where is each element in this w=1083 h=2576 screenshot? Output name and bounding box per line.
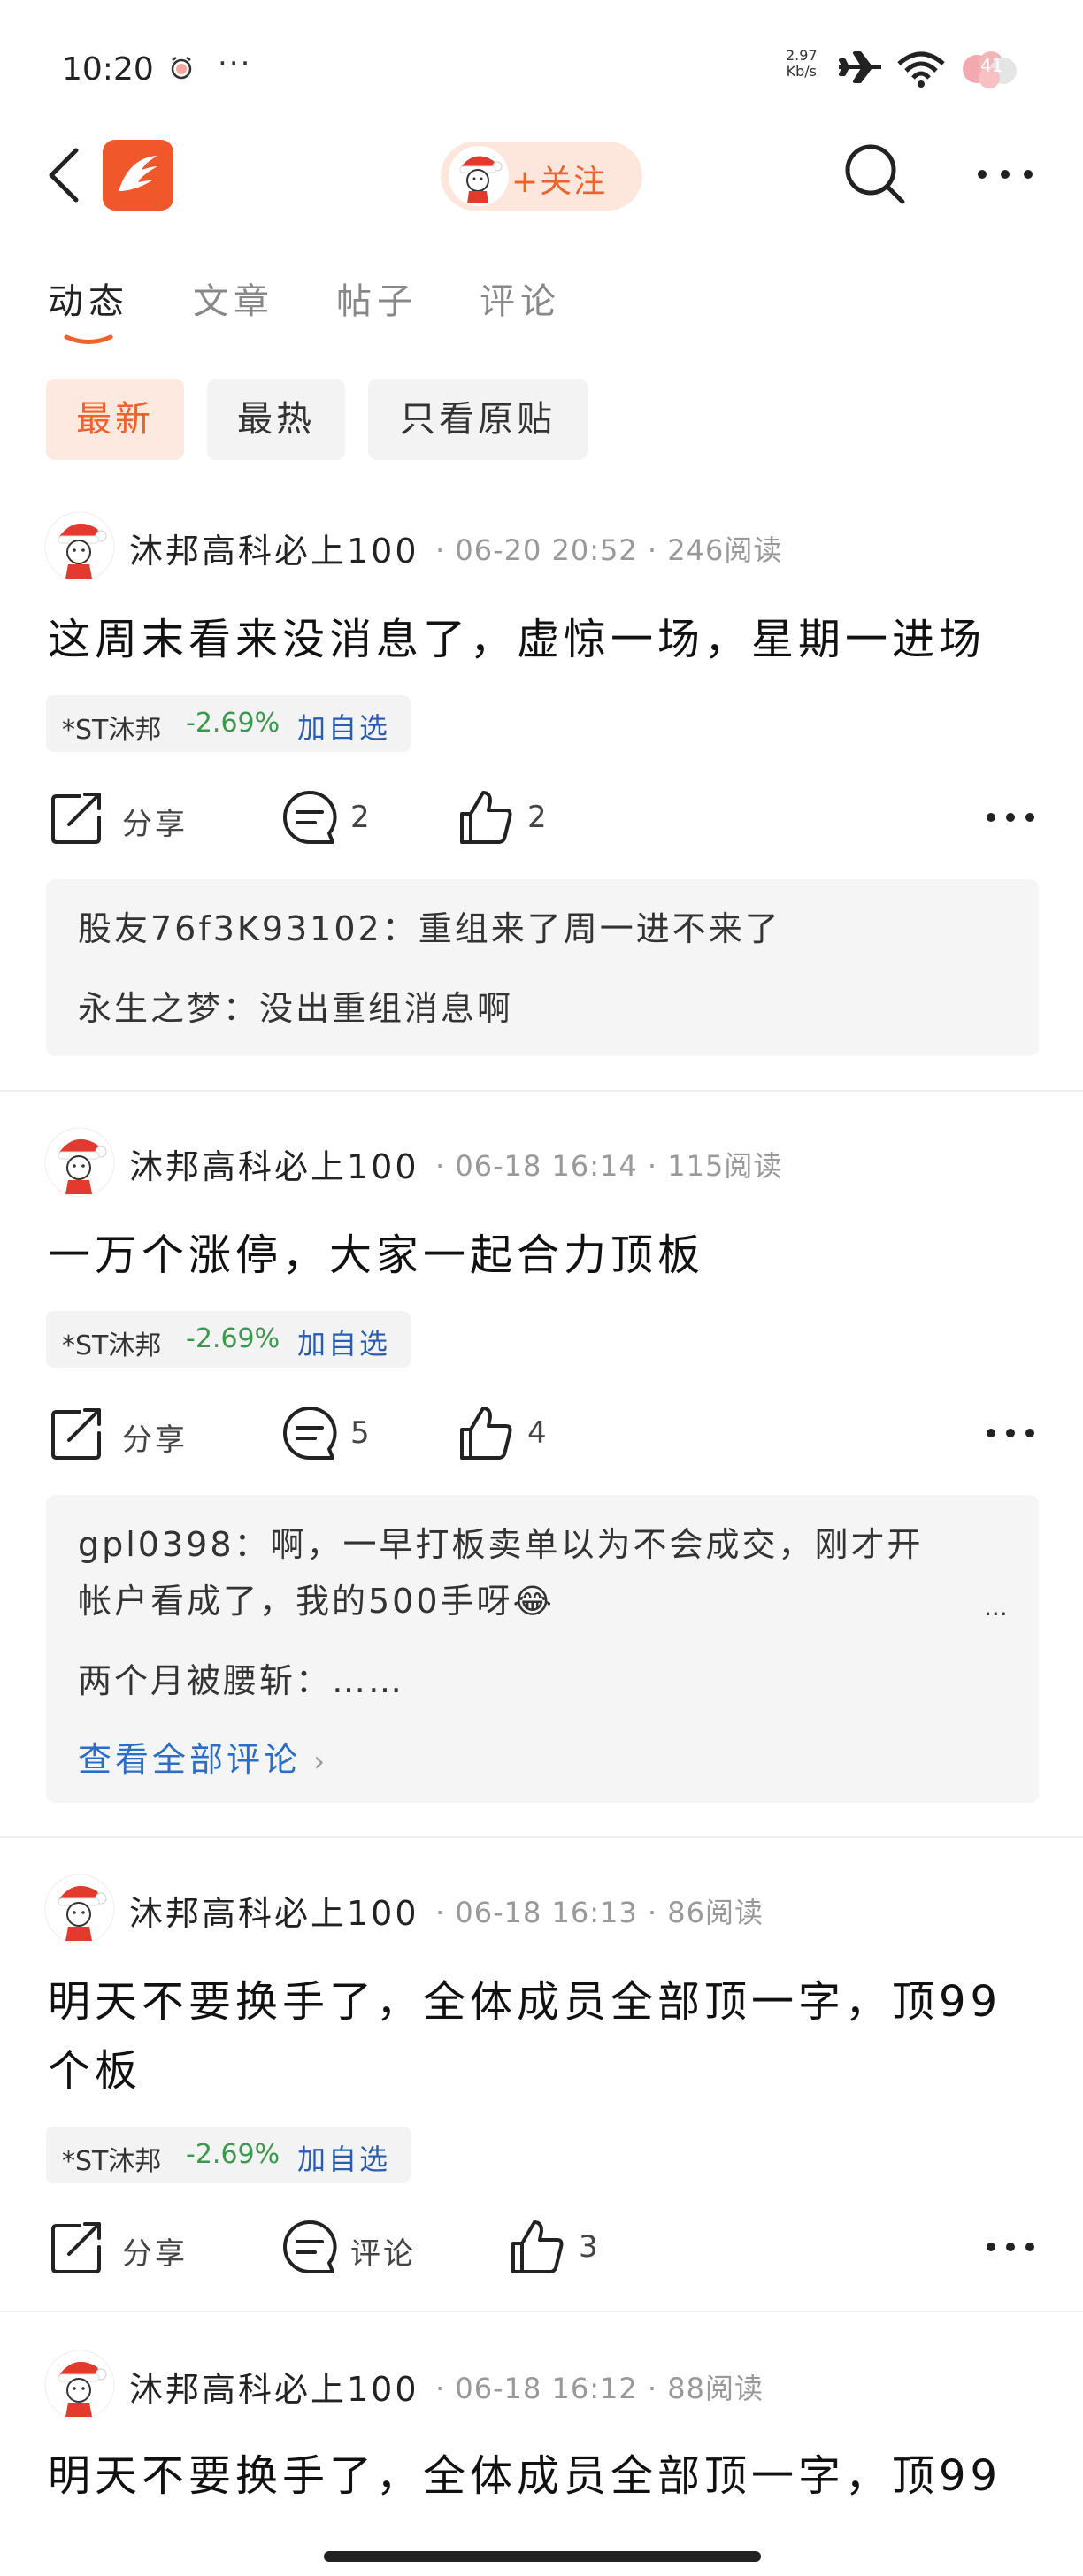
post-meta: · 06-18 16:12 · 88阅读 [435,2372,764,2405]
tab-articles[interactable]: 文章 [193,272,274,324]
like-count[interactable]: 2 [527,800,549,835]
share-label[interactable]: 分享 [122,2229,188,2273]
share-label[interactable]: 分享 [122,800,188,843]
view-all-comments-link[interactable]: 查看全部评论 › [78,1732,328,1781]
alarm-icon [171,57,192,80]
logo-icon [119,156,157,191]
comment-expand-dots[interactable]: ... [984,1592,1008,1622]
stock-name: *ST沐邦 [62,2146,162,2177]
add-watchlist-button[interactable]: 加自选 [297,706,390,747]
author-name[interactable]: 沐邦高科必上100 [129,524,419,572]
comment-count[interactable]: 5 [350,1415,373,1451]
post-more-icon[interactable] [984,2238,1037,2256]
author-avatar[interactable] [44,1874,115,1944]
post-text[interactable]: 一万个涨停，大家一起合力顶板 [48,1221,1048,1290]
post-text[interactable]: 这周末看来没消息了，虚惊一场，星期一进场 [48,605,1048,674]
share-icon[interactable] [50,1405,106,1461]
filter-original-only[interactable]: 只看原贴 [368,379,588,460]
like-icon[interactable] [458,789,515,846]
share-icon[interactable] [50,789,106,846]
author-avatar[interactable] [44,511,115,582]
author-avatar[interactable] [44,2350,115,2420]
comment-icon[interactable] [281,789,338,846]
app-logo[interactable] [103,140,173,211]
wifi-icon [897,51,945,88]
airplane-icon [839,51,881,83]
stock-change: -2.69% [186,1323,280,1354]
post-meta: · 06-20 20:52 · 246阅读 [435,533,783,567]
tab-dynamic[interactable]: 动态 [48,272,129,324]
like-icon[interactable] [458,1405,515,1461]
divider [0,1836,1083,1838]
share-icon[interactable] [50,2219,106,2275]
like-count[interactable]: 4 [527,1415,549,1451]
stock-change: -2.69% [186,708,280,739]
follow-label: +关注 [511,164,608,200]
battery-level: 41 [980,55,1003,76]
author-name[interactable]: 沐邦高科必上100 [129,1139,419,1188]
comment-icon[interactable] [281,1405,338,1461]
more-options-button[interactable] [973,161,1037,188]
comment-preview-item[interactable]: 股友76f3K93102：重组来了周一进不来了 [78,901,781,957]
post-more-icon[interactable] [984,1424,1037,1442]
back-button[interactable] [42,143,85,207]
stock-name: *ST沐邦 [62,1330,162,1361]
tab-comments[interactable]: 评论 [480,272,561,324]
tab-posts[interactable]: 帖子 [336,272,418,324]
post-text[interactable]: 明天不要换手了，全体成员全部顶一字，顶99 个板 [48,1967,1048,2105]
post-meta: · 06-18 16:13 · 86阅读 [435,1896,764,1929]
comment-icon[interactable] [281,2219,338,2275]
divider [0,1090,1083,1092]
post-more-icon[interactable] [984,809,1037,826]
status-more-dots: ··· [218,46,252,81]
tab-active-indicator [64,334,113,344]
author-name[interactable]: 沐邦高科必上100 [129,2362,419,2411]
filter-hottest[interactable]: 最热 [207,379,345,460]
stock-name: *ST沐邦 [62,715,162,746]
comment-preview-item[interactable]: 永生之梦：没出重组消息啊 [78,980,513,1037]
comment-count[interactable]: 2 [350,800,373,835]
status-bar: 10:20 ··· 2.97 Kb/s 41 [0,0,1083,133]
comment-preview-item[interactable]: gpl0398：啊，一早打板卖单以为不会成交，刚才开 帐户看成了，我的500手呀… [78,1516,998,1629]
home-indicator[interactable] [324,2551,761,2562]
like-count[interactable]: 3 [579,2229,601,2265]
chevron-right-icon: › [301,1744,328,1778]
comment-label[interactable]: 评论 [350,2229,416,2273]
post-text[interactable]: 明天不要换手了，全体成员全部顶一字，顶99 [48,2442,1048,2511]
network-speed: 2.97 Kb/s [786,47,818,80]
add-watchlist-button[interactable]: 加自选 [297,1322,390,1362]
search-button[interactable] [842,142,908,207]
stock-change: -2.69% [186,2139,280,2170]
author-avatar[interactable] [44,1127,115,1198]
post-meta: · 06-18 16:14 · 115阅读 [435,1149,783,1183]
like-icon[interactable] [510,2219,566,2275]
share-label[interactable]: 分享 [122,1415,188,1459]
status-time: 10:20 [62,51,154,88]
comment-preview-item[interactable]: 两个月被腰斩：…… [78,1652,404,1709]
author-name[interactable]: 沐邦高科必上100 [129,1886,419,1935]
filter-latest[interactable]: 最新 [46,379,184,460]
follow-avatar [449,146,509,206]
add-watchlist-button[interactable]: 加自选 [297,2137,390,2178]
divider [0,2311,1083,2312]
